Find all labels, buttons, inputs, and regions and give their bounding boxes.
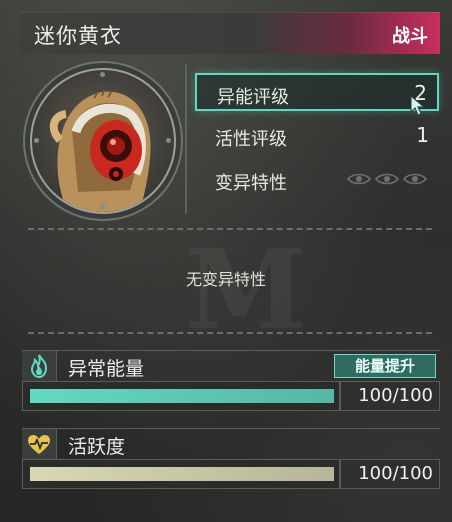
energy-value-box: 100/100 <box>340 381 440 411</box>
energy-upgrade-button[interactable]: 能量提升 <box>334 354 436 378</box>
stat-value: 1 <box>416 123 429 147</box>
eye-icon <box>347 173 371 185</box>
avatar-rivet <box>100 72 105 77</box>
activity-title: 活跃度 <box>68 436 126 458</box>
eye-icon <box>375 173 399 185</box>
stat-label: 异能评级 <box>217 87 289 108</box>
energy-bar <box>22 381 340 411</box>
energy-bar-fill <box>30 389 334 403</box>
vertical-divider <box>185 64 187 214</box>
heart-pulse-icon <box>28 435 50 454</box>
mutation-note: 无变异特性 <box>185 270 266 289</box>
character-name: 迷你黄衣 <box>34 24 122 48</box>
dashed-divider <box>28 332 432 334</box>
energy-header: 异常能量 能量提升 <box>22 350 440 382</box>
energy-icon-box <box>22 351 57 381</box>
stat-label: 变异特性 <box>215 173 287 194</box>
activity-bar <box>22 459 340 489</box>
stat-row-mutation-traits[interactable]: 变异特性 <box>195 161 439 199</box>
energy-value: 100/100 <box>358 385 433 406</box>
activity-header: 活跃度 <box>22 428 440 460</box>
activity-value: 100/100 <box>358 463 433 484</box>
eyes-icon <box>347 173 427 185</box>
avatar-rivet <box>100 204 105 209</box>
stat-label: 活性评级 <box>215 129 287 150</box>
activity-icon-box <box>22 429 57 459</box>
energy-title: 异常能量 <box>68 358 145 380</box>
mouse-cursor-icon <box>410 94 426 116</box>
character-portrait-icon <box>49 89 151 212</box>
combat-tag: 战斗 <box>392 26 428 47</box>
character-avatar[interactable] <box>30 68 176 214</box>
avatar-rivet <box>166 138 171 143</box>
stat-row-ability-rating[interactable]: 异能评级 2 <box>195 73 439 111</box>
flame-icon <box>30 354 48 379</box>
activity-bar-fill <box>30 467 334 481</box>
eye-icon <box>403 173 427 185</box>
header-bar: 迷你黄衣 战斗 <box>20 12 440 54</box>
stat-row-activity-rating[interactable]: 活性评级 1 <box>195 117 439 155</box>
activity-value-box: 100/100 <box>340 459 440 489</box>
avatar-rivet <box>34 138 39 143</box>
dashed-divider <box>28 228 432 230</box>
